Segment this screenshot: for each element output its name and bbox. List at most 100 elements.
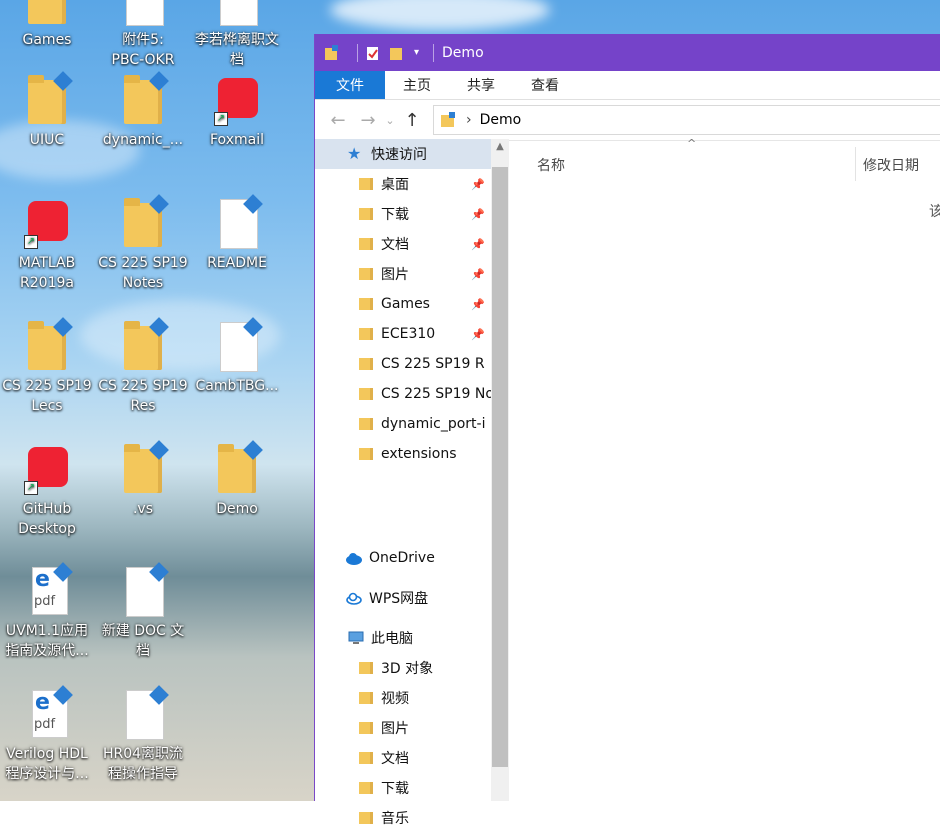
nav-recent-item[interactable]: dynamic_port-i (357, 409, 491, 439)
nav-scrollbar[interactable]: ▲ (491, 139, 509, 801)
column-name[interactable]: 名称 (537, 155, 565, 175)
nav-pc-item[interactable]: 下载 (357, 773, 491, 803)
desktop-icon[interactable]: UIUC (0, 71, 94, 150)
nav-recent-item[interactable]: CS 225 SP19 R (357, 349, 491, 379)
nav-wps-drive[interactable]: WPS网盘 (345, 583, 428, 613)
desktop-icon[interactable]: Demo (190, 440, 284, 519)
nav-label: Games (381, 296, 430, 312)
desktop-icon[interactable]: dynamic_... (96, 71, 190, 150)
nav-pc-item[interactable]: 文档 (357, 743, 491, 773)
nav-recent-item[interactable]: extensions (357, 439, 491, 469)
new-folder-icon[interactable] (390, 45, 404, 61)
nav-pc-item[interactable]: 音乐 (357, 803, 491, 833)
desktop-icon[interactable]: .vs (96, 440, 190, 519)
nav-pinned-item[interactable]: 文档 📌 (357, 229, 491, 259)
desktop-icon-label: 程序设计与... (5, 766, 89, 782)
tab-share[interactable]: 共享 (449, 71, 513, 99)
desktop-icon[interactable]: CS 225 SP19 Notes (96, 194, 190, 293)
desktop-icon-label: Lecs (31, 398, 63, 414)
nav-pinned-item[interactable]: 下载 📌 (357, 199, 491, 229)
quick-toolbar-dropdown-icon[interactable]: ▾ (414, 47, 419, 58)
folder-icon (441, 112, 455, 127)
nav-pinned-item[interactable]: 桌面 📌 (357, 169, 491, 199)
desktop-icon[interactable]: CS 225 SP19 Lecs (0, 317, 94, 416)
desktop-icon-label: CambTBG... (195, 378, 279, 394)
desktop-icon-label: dynamic_... (102, 132, 184, 148)
desktop-icon-label: 程操作指导 (108, 766, 178, 782)
folder-icon (357, 206, 375, 222)
pin-icon[interactable]: 📌 (471, 208, 485, 221)
desktop-icon[interactable]: CambTBG... (190, 317, 284, 396)
folder-icon (325, 44, 338, 60)
desktop-icon[interactable]: 李若桦离职文档 (190, 0, 284, 70)
nav-label: 快速访问 (371, 147, 427, 163)
column-modified[interactable]: 修改日期 (863, 155, 919, 175)
title-bar[interactable]: ▾ Demo (315, 34, 940, 71)
desktop-icon[interactable]: e pdf UVM1.1应用 指南及源代... (0, 562, 94, 661)
back-arrow-icon[interactable]: ← (323, 110, 353, 131)
explorer-window[interactable]: ▾ Demo 文件 主页 共享 查看 ← → ⌄ ↑ › Demo ★ 快速访问… (314, 34, 940, 827)
desktop-icon-label: PBC-OKR (111, 52, 175, 68)
pin-icon[interactable]: 📌 (471, 238, 485, 251)
desktop-icon-label: MATLAB (18, 255, 76, 271)
nav-pinned-item[interactable]: 图片 📌 (357, 259, 491, 289)
desktop-icon-label: Verilog HDL (6, 746, 88, 762)
folder-icon (22, 71, 73, 128)
recent-locations-chevron-icon[interactable]: ⌄ (383, 114, 397, 127)
desktop-icon[interactable]: e pdf Verilog HDL 程序设计与... (0, 685, 94, 784)
ribbon-tabs: 文件 主页 共享 查看 (315, 71, 940, 100)
desktop-icon-label: 附件5: (122, 32, 164, 48)
desktop-icon-label: 档 (230, 52, 244, 68)
pin-icon[interactable]: 📌 (471, 328, 485, 341)
desktop-icon-label: 档 (136, 643, 150, 659)
desktop-icon[interactable]: 新建 DOC 文档 (96, 562, 190, 661)
nav-pc-item[interactable]: 图片 (357, 713, 491, 743)
breadcrumb-chevron-icon[interactable]: › (466, 112, 472, 128)
desktop-icon[interactable]: Games (0, 0, 94, 50)
empty-folder-message: 该 (929, 204, 940, 220)
desktop-icon[interactable]: ↗ MATLAB R2019a (0, 195, 94, 293)
folder-icon (357, 416, 375, 432)
pin-icon[interactable]: 📌 (471, 178, 485, 191)
desktop-icon[interactable]: CS 225 SP19 Res (96, 317, 190, 416)
document-icon (118, 562, 169, 619)
tab-home[interactable]: 主页 (385, 71, 449, 99)
tab-file[interactable]: 文件 (315, 71, 385, 99)
nav-pc-item[interactable]: 3D 对象 (357, 653, 491, 683)
folder-icon (357, 690, 375, 706)
properties-icon[interactable] (366, 45, 380, 61)
forward-arrow-icon[interactable]: → (353, 110, 383, 131)
nav-label: extensions (381, 446, 457, 462)
nav-quick-access[interactable]: ★ 快速访问 (315, 139, 491, 169)
nav-pinned-item[interactable]: ECE310 📌 (357, 319, 491, 349)
desktop-icon-label: 李若桦离职文 (195, 32, 279, 48)
scroll-up-icon[interactable]: ▲ (491, 139, 509, 152)
nav-label: CS 225 SP19 R (381, 356, 485, 372)
folder-icon (118, 317, 169, 374)
column-separator[interactable] (855, 147, 856, 181)
folder-icon (357, 356, 375, 372)
folder-icon (357, 750, 375, 766)
nav-pc-item[interactable]: 视频 (357, 683, 491, 713)
nav-pinned-item[interactable]: Games 📌 (357, 289, 491, 319)
tab-view[interactable]: 查看 (513, 71, 577, 99)
pin-icon[interactable]: 📌 (471, 268, 485, 281)
nav-label: 音乐 (381, 811, 409, 827)
nav-recent-item[interactable]: CS 225 SP19 No (357, 379, 491, 409)
file-list[interactable]: ^ 名称 修改日期 该 (511, 137, 940, 801)
nav-onedrive[interactable]: OneDrive (345, 543, 435, 573)
desktop-icon[interactable]: README (190, 194, 284, 273)
breadcrumb-demo[interactable]: Demo (480, 112, 522, 128)
address-bar[interactable]: › Demo (433, 105, 940, 135)
desktop-icon[interactable]: HR04离职流 程操作指导 (96, 685, 190, 784)
desktop-icon[interactable]: ↗ GitHub Desktop (0, 441, 94, 539)
pin-icon[interactable]: 📌 (471, 298, 485, 311)
desktop-icon[interactable]: 附件5: PBC-OKR (96, 0, 190, 70)
scroll-thumb[interactable] (492, 167, 508, 767)
desktop-icon[interactable]: ↗ Foxmail (190, 72, 284, 150)
desktop-icon-label: .vs (132, 501, 154, 517)
up-arrow-icon[interactable]: ↑ (397, 110, 427, 131)
nav-this-pc[interactable]: 此电脑 (347, 623, 413, 653)
app-icon: ↗ (212, 72, 262, 128)
sort-ascending-icon: ^ (687, 137, 697, 150)
